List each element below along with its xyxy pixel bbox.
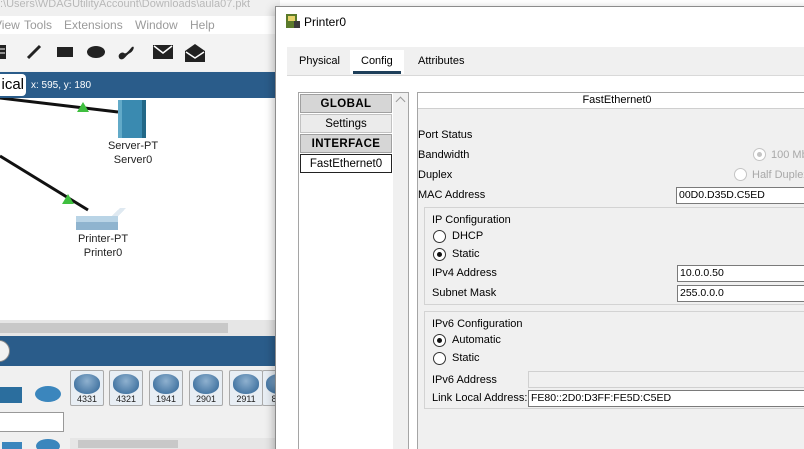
palette-hscrollbar[interactable] (70, 438, 280, 449)
ip-config-title: IP Configuration (432, 214, 511, 226)
printer-label: Printer-PT Printer0 (77, 233, 129, 259)
menu-bar: View Tools Extensions Window Help (0, 16, 280, 34)
bandwidth-100-radio[interactable] (753, 148, 766, 161)
static-ipv6-label: Static (452, 352, 480, 364)
subnet-mask-label: Subnet Mask (432, 287, 497, 299)
router-icon (233, 374, 259, 394)
server-icon[interactable] (115, 100, 151, 140)
line-tool-icon[interactable] (26, 43, 42, 61)
cursor-coordinates: x: 595, y: 180 (31, 80, 92, 91)
device-search-input[interactable] (0, 412, 64, 432)
ipv6-configuration-group: IPv6 Configuration Automatic Static IPv6… (424, 311, 804, 409)
bandwidth-100-label: 100 Mb (771, 149, 804, 161)
mac-address-label: MAC Address (418, 189, 486, 201)
tab-config[interactable]: Config (350, 50, 404, 74)
half-duplex-label: Half Duplex (752, 169, 804, 181)
ipv4-address-label: IPv4 Address (432, 267, 497, 279)
static-ipv4-label: Static (452, 248, 480, 260)
menu-help[interactable]: Help (190, 18, 215, 32)
workspace-hscrollbar[interactable] (0, 320, 280, 336)
interface-header: FastEthernet0 (418, 93, 804, 109)
packet-tracer-window: :\Users\WDAGUtilityAccount\Downloads\aul… (0, 0, 280, 449)
dialog-title: Printer0 (304, 15, 347, 29)
ipv6-address-field[interactable] (528, 371, 804, 388)
router-4331[interactable]: 4331 (70, 370, 104, 406)
list-icon[interactable] (0, 43, 10, 61)
tab-attributes[interactable]: Attributes (407, 50, 476, 74)
link-local-address-field[interactable]: FE80::2D0:D3FF:FE5D:C5ED (528, 390, 804, 407)
logical-workspace[interactable]: Server-PT Server0 Printer-PT Printer0 (0, 98, 280, 320)
folder-icon[interactable] (0, 384, 24, 404)
router-icon (153, 374, 179, 394)
interface-config-panel: FastEthernet0 Port Status Bandwidth 100 … (417, 92, 804, 449)
dialog-titlebar[interactable]: Printer0 (276, 7, 804, 37)
bandwidth-label: Bandwidth (418, 149, 470, 161)
nav-interface-header[interactable]: INTERFACE (300, 134, 392, 153)
realtime-bar (0, 336, 280, 366)
nav-settings[interactable]: Settings (300, 114, 392, 133)
freeform-tool-icon[interactable] (116, 43, 136, 63)
printer-icon (286, 14, 300, 28)
router-2911[interactable]: 2911 (229, 370, 263, 406)
chevron-up-icon[interactable] (395, 96, 406, 107)
ellipse-tool-icon[interactable] (86, 43, 106, 61)
dhcp-label: DHCP (452, 230, 484, 242)
server-label: Server-PT Server0 (107, 140, 159, 166)
link-local-label: Link Local Address: (432, 392, 528, 404)
menu-tools[interactable]: Tools (24, 18, 52, 32)
nav-scrollbar[interactable] (393, 93, 408, 449)
logical-tab[interactable]: ical (0, 74, 26, 96)
static-ipv4-radio[interactable] (433, 248, 446, 261)
scroll-thumb[interactable] (0, 323, 228, 333)
tab-bar: Physical Config Attributes (287, 47, 804, 75)
dialog-body: Physical Config Attributes GLOBAL Settin… (287, 47, 804, 449)
port-status-label: Port Status (418, 129, 473, 141)
config-nav-list: GLOBAL Settings INTERFACE FastEthernet0 (298, 92, 409, 449)
nav-fastethernet0[interactable]: FastEthernet0 (300, 154, 392, 173)
device-category-icon[interactable] (0, 438, 26, 449)
config-tab-panel: GLOBAL Settings INTERFACE FastEthernet0 … (287, 75, 804, 449)
drawing-toolbar (0, 34, 280, 71)
ipv4-address-field[interactable]: 10.0.0.50 (677, 265, 804, 282)
window-title-path: :\Users\WDAGUtilityAccount\Downloads\aul… (0, 0, 251, 10)
automatic-ipv6-label: Automatic (452, 334, 501, 346)
rectangle-tool-icon[interactable] (56, 43, 74, 61)
ipv6-address-label: IPv6 Address (432, 374, 497, 386)
nav-global-header[interactable]: GLOBAL (300, 94, 392, 113)
tab-physical[interactable]: Physical (288, 50, 351, 74)
automatic-ipv6-radio[interactable] (433, 334, 446, 347)
mac-address-field[interactable]: 00D0.D35D.C5ED (676, 187, 804, 204)
simple-pdu-icon[interactable] (152, 43, 174, 61)
router-1941[interactable]: 1941 (149, 370, 183, 406)
ipv6-config-title: IPv6 Configuration (432, 318, 523, 330)
router-4321[interactable]: 4321 (109, 370, 143, 406)
router-icon (113, 374, 139, 394)
printer-icon[interactable] (72, 206, 132, 234)
menu-view[interactable]: View (0, 18, 20, 32)
subnet-mask-field[interactable]: 255.0.0.0 (677, 285, 804, 302)
duplex-label: Duplex (418, 169, 453, 181)
complex-pdu-icon[interactable] (184, 43, 206, 63)
router-icon (193, 374, 219, 394)
dhcp-radio[interactable] (433, 230, 446, 243)
scroll-thumb[interactable] (78, 440, 178, 448)
menu-window[interactable]: Window (135, 18, 178, 32)
router-2901[interactable]: 2901 (189, 370, 223, 406)
cloud-icon[interactable] (34, 383, 62, 403)
half-duplex-radio[interactable] (734, 168, 747, 181)
device-category-icon[interactable] (34, 436, 62, 449)
static-ipv6-radio[interactable] (433, 352, 446, 365)
router-icon (74, 374, 100, 394)
menu-extensions[interactable]: Extensions (64, 18, 123, 32)
printer-config-dialog: Printer0 Physical Config Attributes GLOB… (275, 6, 804, 449)
ip-configuration-group: IP Configuration DHCP Static IPv4 Addres… (424, 207, 804, 305)
